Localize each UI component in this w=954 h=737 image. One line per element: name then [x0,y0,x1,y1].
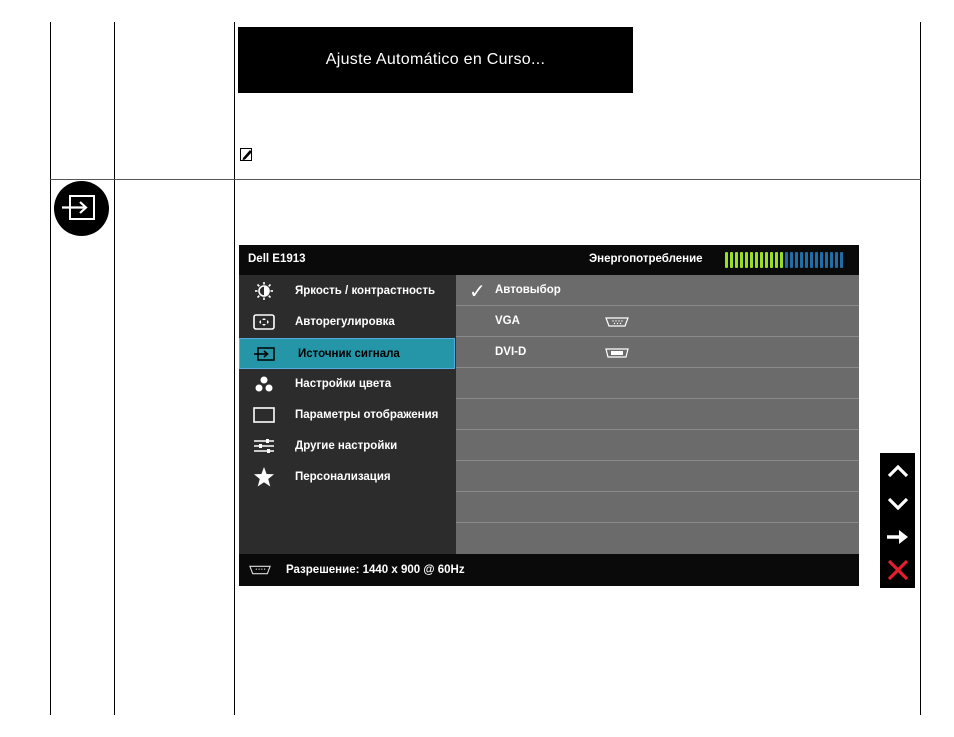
energy-meter [725,252,843,268]
star-icon [253,467,275,487]
energy-bar-segment [745,252,748,268]
energy-bar-segment [830,252,833,268]
menu-item-auto-adjust[interactable]: Авторегулировка [239,307,455,338]
energy-bar-segment [770,252,773,268]
color-settings-icon [253,375,275,393]
energy-bar-segment [840,252,843,268]
close-icon [887,559,908,580]
menu-item-label: Источник сигнала [298,348,400,360]
menu-item-label: Настройки цвета [295,378,392,390]
table-border-right [920,22,921,715]
option-dvi-d[interactable]: DVI-D [456,338,859,368]
energy-bar-segment [785,252,788,268]
energy-bar-segment [730,252,733,268]
table-border-left [50,22,51,715]
energy-bar-segment [740,252,743,268]
energy-bar-segment [815,252,818,268]
option-row-empty [456,524,859,554]
checkmark-icon: ✓ [469,281,486,303]
option-row-empty [456,493,859,523]
table-row-divider [50,179,921,180]
menu-item-personalize[interactable]: Персонализация [239,462,455,493]
energy-bar-segment [820,252,823,268]
energy-bar-segment [760,252,763,268]
energy-bar-segment [725,252,728,268]
down-button[interactable] [880,487,915,520]
input-source-icon [54,181,109,236]
menu-item-color-settings[interactable]: Настройки цвета [239,369,455,400]
brightness-icon [253,282,275,300]
auto-adjust-banner: Ajuste Automático en Curso... [238,27,633,93]
auto-adjust-text: Ajuste Automático en Curso... [325,51,546,68]
table-border-col2 [234,22,235,715]
energy-bar-segment [825,252,828,268]
energy-bar-segment [750,252,753,268]
menu-item-display-settings[interactable]: Параметры отображения [239,400,455,431]
energy-bar-segment [755,252,758,268]
energy-bar-segment [765,252,768,268]
option-label: VGA [495,315,520,327]
energy-bar-segment [780,252,783,268]
table-border-col1 [114,22,115,715]
energy-label: Энергопотребление [589,253,703,265]
other-settings-icon [253,437,275,455]
menu-item-label: Другие настройки [295,440,398,452]
input-source-submenu: ✓ Автовыбор VGA DVI-D [456,275,859,554]
energy-bar-segment [810,252,813,268]
front-panel-buttons [880,453,915,588]
exit-button[interactable] [880,553,915,586]
vga-connector-icon [605,317,629,327]
menu-item-label: Яркость / контрастность [295,285,436,297]
menu-item-other-settings[interactable]: Другие настройки [239,431,455,462]
option-row-empty [456,431,859,461]
vga-connector-icon [249,565,271,575]
option-vga[interactable]: VGA [456,307,859,337]
osd-main-menu: Яркость / контрастность Авторегулировка … [239,275,455,554]
down-arrow-icon [887,497,908,510]
note-pencil-icon [240,148,252,161]
option-label: DVI-D [495,346,527,358]
osd-footer: Разрешение: 1440 x 900 @ 60Hz [239,554,859,586]
dvi-connector-icon [605,348,629,358]
option-row-empty [456,400,859,430]
energy-bar-segment [800,252,803,268]
energy-bar-segment [795,252,798,268]
menu-item-input-source[interactable]: Источник сигнала [239,338,455,369]
menu-item-brightness-contrast[interactable]: Яркость / контрастность [239,276,455,307]
osd-menu-window: Dell E1913 Энергопотребление Яркость / к… [239,245,859,586]
option-row-empty [456,462,859,492]
right-arrow-icon [886,529,908,544]
menu-item-label: Авторегулировка [295,316,395,328]
energy-bar-segment [735,252,738,268]
enter-button[interactable] [880,520,915,553]
option-auto-select[interactable]: ✓ Автовыбор [456,276,859,306]
up-arrow-icon [887,464,908,477]
osd-header: Dell E1913 Энергопотребление [239,245,859,275]
option-row-empty [456,369,859,399]
option-label: Автовыбор [495,284,561,296]
auto-adjust-icon [253,313,275,331]
up-button[interactable] [880,454,915,487]
energy-bar-segment [805,252,808,268]
energy-bar-segment [790,252,793,268]
display-settings-icon [253,406,275,424]
input-source-icon [254,345,276,363]
model-name: Dell E1913 [248,253,306,265]
resolution-text: Разрешение: 1440 x 900 @ 60Hz [286,564,465,576]
energy-bar-segment [835,252,838,268]
menu-item-label: Персонализация [295,471,391,483]
energy-bar-segment [775,252,778,268]
menu-item-label: Параметры отображения [295,409,439,421]
